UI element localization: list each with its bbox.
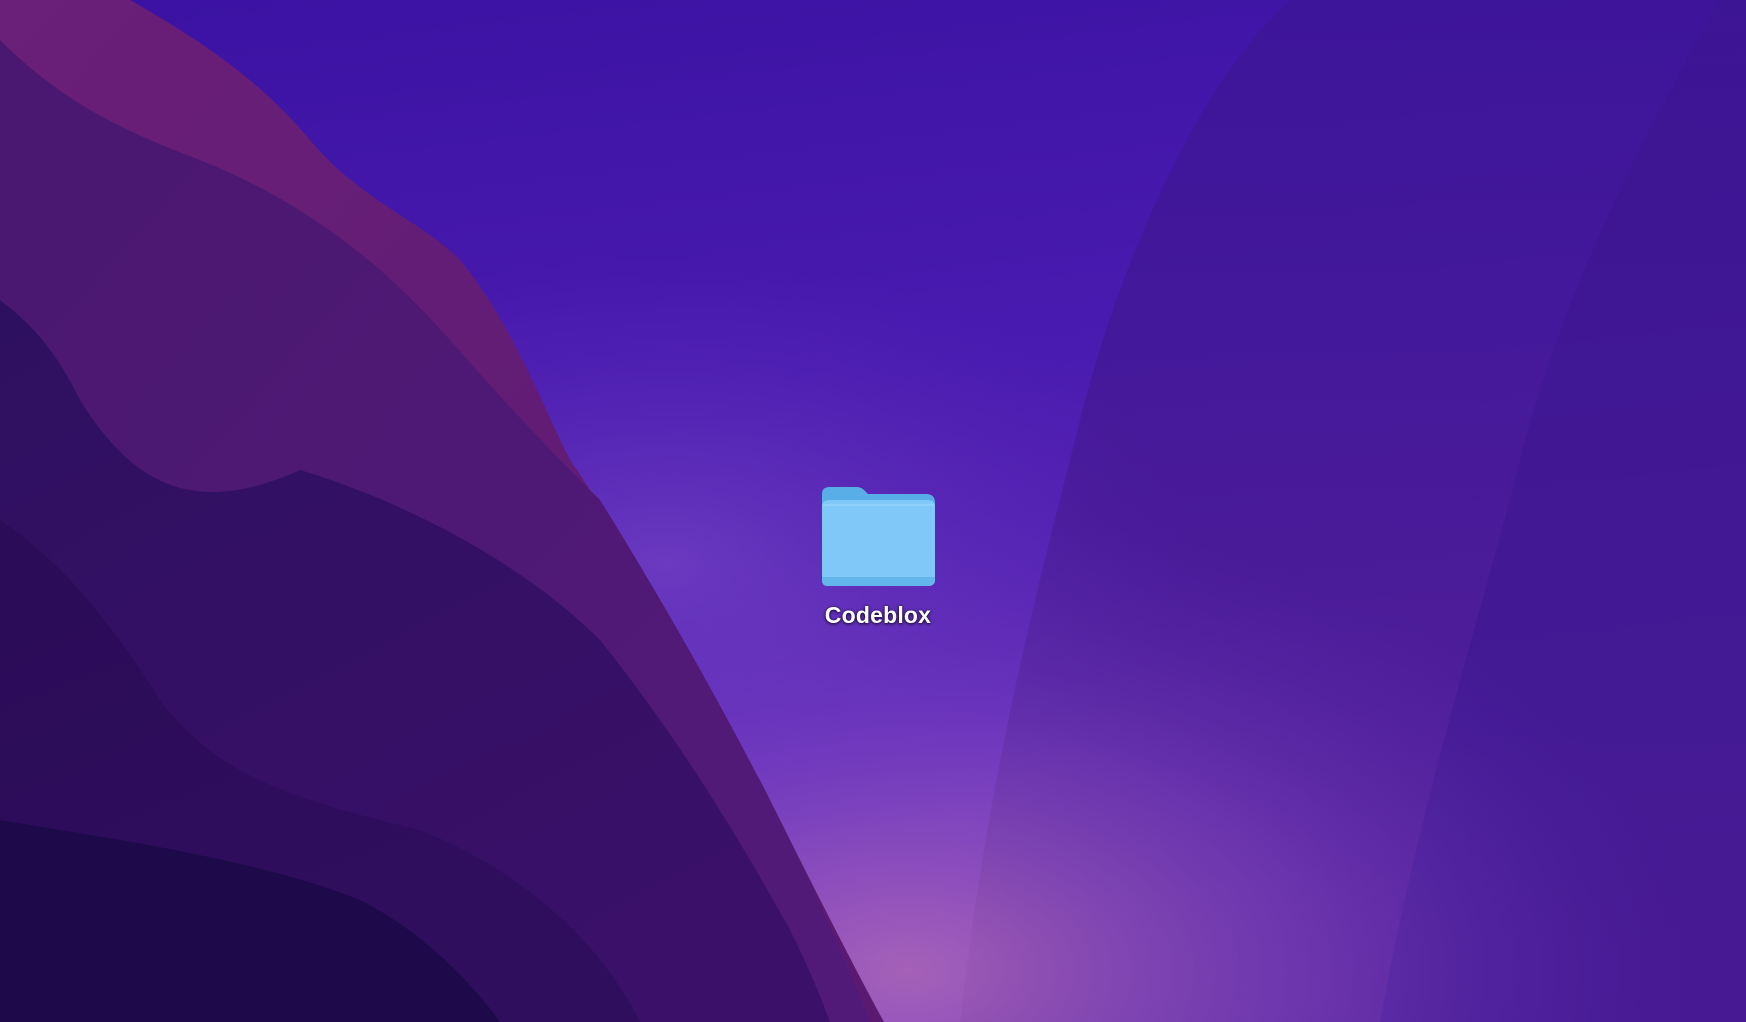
folder-label[interactable]: Codeblox	[825, 602, 931, 629]
folder-icon	[822, 487, 935, 586]
desktop-folder-codeblox[interactable]: Codeblox	[808, 484, 948, 629]
